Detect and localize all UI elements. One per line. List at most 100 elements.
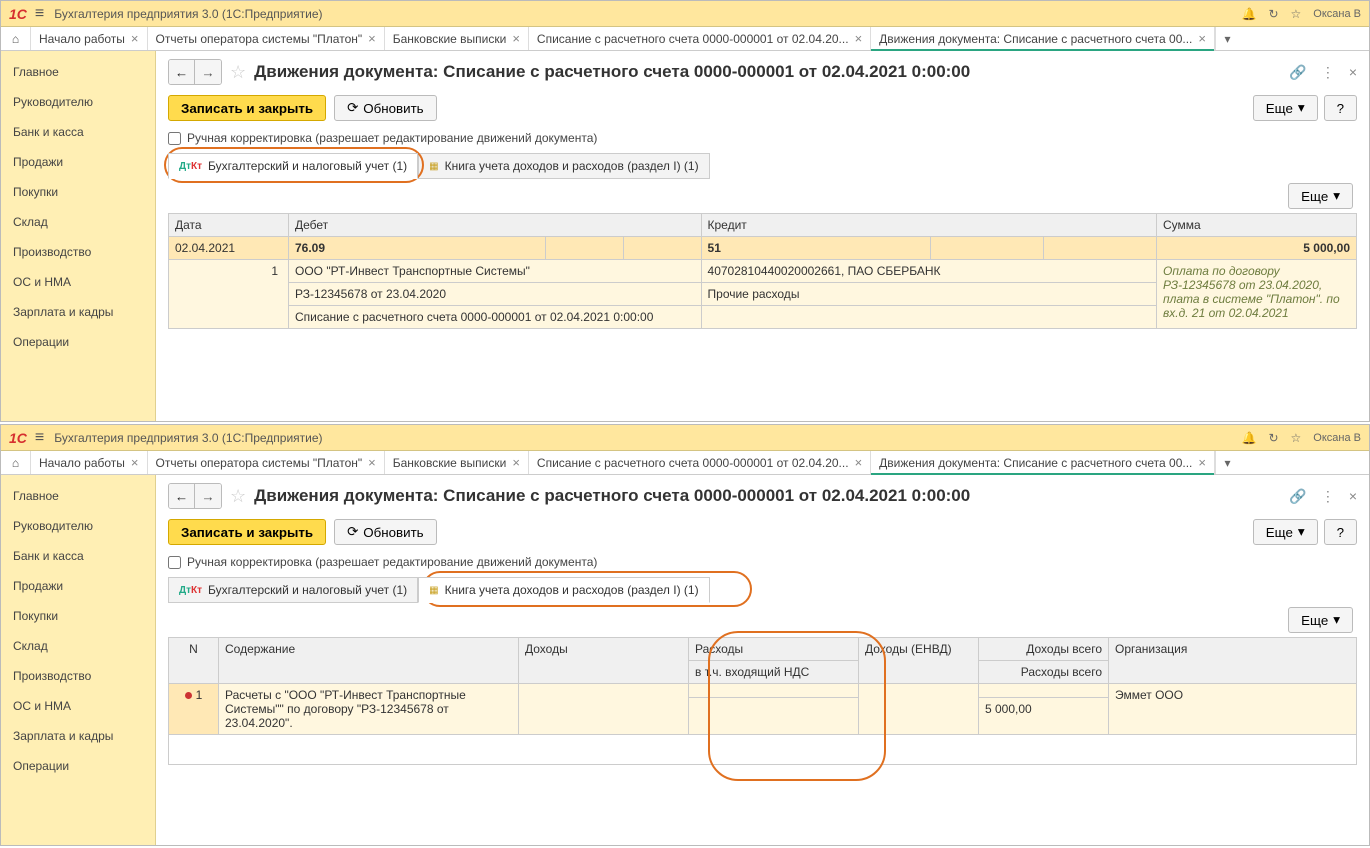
- table-row[interactable]: 1 Расчеты с "ООО "РТ-Инвест Транспортные…: [169, 684, 1357, 698]
- tab-movements[interactable]: Движения документа: Списание с расчетног…: [871, 451, 1215, 474]
- tab-writeoff[interactable]: Списание с расчетного счета 0000-000001 …: [529, 27, 871, 50]
- close-icon[interactable]: ×: [1198, 455, 1206, 470]
- bell-icon[interactable]: 🔔: [1242, 7, 1257, 21]
- tab-start[interactable]: Начало работы×: [31, 451, 148, 474]
- link-icon[interactable]: 🔗: [1289, 488, 1306, 505]
- col-date: Дата: [169, 214, 289, 237]
- chevron-down-icon: ▾: [1333, 612, 1340, 628]
- inner-tab-accounting[interactable]: ДтКт Бухгалтерский и налоговый учет (1): [168, 577, 418, 603]
- close-content-icon[interactable]: ×: [1349, 64, 1357, 81]
- inner-tab-kudir[interactable]: ▦ Книга учета доходов и расходов (раздел…: [418, 153, 709, 179]
- col-org: Организация: [1109, 638, 1357, 684]
- close-icon[interactable]: ×: [512, 455, 520, 470]
- sidebar-item-hr[interactable]: Зарплата и кадры: [1, 721, 155, 751]
- refresh-icon: ⟳: [347, 524, 358, 540]
- home-icon[interactable]: ⌂: [1, 27, 31, 50]
- sidebar-item-mgmt[interactable]: Руководителю: [1, 87, 155, 117]
- sidebar-item-os[interactable]: ОС и НМА: [1, 691, 155, 721]
- star-icon[interactable]: ☆: [1291, 431, 1302, 445]
- sidebar-item-purch[interactable]: Покупки: [1, 601, 155, 631]
- tabs-dropdown-icon[interactable]: ▾: [1215, 27, 1239, 50]
- close-icon[interactable]: ×: [131, 455, 139, 470]
- col-n: N: [169, 638, 219, 684]
- help-button[interactable]: ?: [1324, 519, 1357, 545]
- status-dot-icon: [185, 692, 192, 699]
- menu-icon[interactable]: ≡: [35, 5, 44, 23]
- help-button[interactable]: ?: [1324, 95, 1357, 121]
- more-button[interactable]: Еще ▾: [1253, 519, 1318, 545]
- logo-1c: 1C: [9, 430, 27, 446]
- col-sum: Сумма: [1157, 214, 1357, 237]
- col-expense-vat: в т.ч. входящий НДС: [689, 661, 859, 684]
- close-icon[interactable]: ×: [855, 455, 863, 470]
- manual-edit-label: Ручная корректировка (разрешает редактир…: [187, 131, 597, 145]
- bell-icon[interactable]: 🔔: [1242, 431, 1257, 445]
- kebab-icon[interactable]: ⋮: [1321, 488, 1335, 505]
- sidebar-item-stock[interactable]: Склад: [1, 207, 155, 237]
- manual-edit-checkbox[interactable]: [168, 556, 181, 569]
- tab-platon-reports[interactable]: Отчеты оператора системы "Платон"×: [148, 451, 385, 474]
- tab-movements[interactable]: Движения документа: Списание с расчетног…: [871, 27, 1215, 50]
- kebab-icon[interactable]: ⋮: [1321, 64, 1335, 81]
- tab-platon-reports[interactable]: Отчеты оператора системы "Платон"×: [148, 27, 385, 50]
- history-icon[interactable]: ↻: [1268, 7, 1278, 21]
- nav-fwd-button[interactable]: →: [195, 60, 221, 84]
- favorite-icon[interactable]: ☆: [230, 486, 246, 507]
- link-icon[interactable]: 🔗: [1289, 64, 1306, 81]
- user-name[interactable]: Оксана В: [1313, 432, 1361, 444]
- refresh-button[interactable]: ⟳Обновить: [334, 519, 437, 545]
- inner-tab-accounting[interactable]: ДтКт Бухгалтерский и налоговый учет (1): [168, 153, 418, 179]
- sidebar-item-sales[interactable]: Продажи: [1, 571, 155, 601]
- close-icon[interactable]: ×: [1198, 31, 1206, 46]
- tab-writeoff[interactable]: Списание с расчетного счета 0000-000001 …: [529, 451, 871, 474]
- col-debit: Дебет: [289, 214, 702, 237]
- sidebar-item-stock[interactable]: Склад: [1, 631, 155, 661]
- sidebar-item-bank[interactable]: Банк и касса: [1, 541, 155, 571]
- history-icon[interactable]: ↻: [1268, 431, 1278, 445]
- table-row[interactable]: 02.04.2021 76.09 51 5 000,00: [169, 237, 1357, 260]
- sidebar-item-purch[interactable]: Покупки: [1, 177, 155, 207]
- close-icon[interactable]: ×: [131, 31, 139, 46]
- close-icon[interactable]: ×: [368, 455, 376, 470]
- chevron-down-icon: ▾: [1298, 100, 1305, 116]
- nav-back-button[interactable]: ←: [169, 484, 195, 508]
- tab-bank-statements[interactable]: Банковские выписки×: [385, 27, 529, 50]
- nav-back-button[interactable]: ←: [169, 60, 195, 84]
- close-content-icon[interactable]: ×: [1349, 488, 1357, 505]
- user-name[interactable]: Оксана В: [1313, 8, 1361, 20]
- sidebar-item-sales[interactable]: Продажи: [1, 147, 155, 177]
- close-icon[interactable]: ×: [855, 31, 863, 46]
- accounting-table: Дата Дебет Кредит Сумма 02.04.2021 76.09…: [168, 213, 1357, 329]
- sidebar-item-prod[interactable]: Производство: [1, 237, 155, 267]
- sidebar-item-prod[interactable]: Производство: [1, 661, 155, 691]
- favorite-icon[interactable]: ☆: [230, 62, 246, 83]
- sidebar-item-os[interactable]: ОС и НМА: [1, 267, 155, 297]
- tab-bank-statements[interactable]: Банковские выписки×: [385, 451, 529, 474]
- sidebar-item-main[interactable]: Главное: [1, 57, 155, 87]
- sidebar-item-mgmt[interactable]: Руководителю: [1, 511, 155, 541]
- close-icon[interactable]: ×: [368, 31, 376, 46]
- table-more-button[interactable]: Еще ▾: [1288, 183, 1353, 209]
- manual-edit-checkbox[interactable]: [168, 132, 181, 145]
- close-icon[interactable]: ×: [512, 31, 520, 46]
- save-close-button[interactable]: Записать и закрыть: [168, 95, 326, 121]
- sidebar-item-ops[interactable]: Операции: [1, 751, 155, 781]
- table-row[interactable]: 1 ООО "РТ-Инвест Транспортные Системы" 4…: [169, 260, 1357, 283]
- sidebar-item-hr[interactable]: Зарплата и кадры: [1, 297, 155, 327]
- sidebar-item-main[interactable]: Главное: [1, 481, 155, 511]
- nav-fwd-button[interactable]: →: [195, 484, 221, 508]
- home-icon[interactable]: ⌂: [1, 451, 31, 474]
- tabs-dropdown-icon[interactable]: ▾: [1215, 451, 1239, 474]
- sidebar-item-bank[interactable]: Банк и касса: [1, 117, 155, 147]
- star-icon[interactable]: ☆: [1291, 7, 1302, 21]
- more-button[interactable]: Еще ▾: [1253, 95, 1318, 121]
- tab-start[interactable]: Начало работы×: [31, 27, 148, 50]
- save-close-button[interactable]: Записать и закрыть: [168, 519, 326, 545]
- table-more-button[interactable]: Еще ▾: [1288, 607, 1353, 633]
- sidebar-item-ops[interactable]: Операции: [1, 327, 155, 357]
- app-title: Бухгалтерия предприятия 3.0 (1С:Предприя…: [54, 7, 1241, 21]
- table-row-empty: [169, 735, 1357, 765]
- menu-icon[interactable]: ≡: [35, 429, 44, 447]
- refresh-button[interactable]: ⟳Обновить: [334, 95, 437, 121]
- inner-tab-kudir[interactable]: ▦ Книга учета доходов и расходов (раздел…: [418, 577, 709, 603]
